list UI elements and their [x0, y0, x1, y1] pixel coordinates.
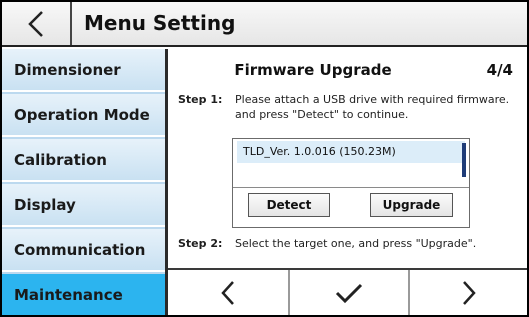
list-scrollbar[interactable] [462, 143, 466, 177]
sidebar-item-display[interactable]: Display [2, 184, 165, 227]
upgrade-button[interactable]: Upgrade [370, 193, 453, 217]
sidebar-item-dimensioner[interactable]: Dimensioner [2, 49, 165, 92]
next-button[interactable] [410, 270, 527, 315]
sidebar: Dimensioner Operation Mode Calibration D… [2, 49, 165, 315]
chevron-left-icon [28, 10, 43, 37]
list-divider [233, 187, 469, 188]
previous-button[interactable] [168, 270, 288, 315]
step1-line2: and press "Detect" to continue. [235, 108, 409, 121]
bottom-nav [168, 268, 527, 315]
list-item[interactable]: TLD_Ver. 1.0.016 (150.23M) [237, 141, 465, 163]
step1-label: Step 1: [178, 93, 223, 106]
detect-button[interactable]: Detect [248, 193, 330, 217]
sidebar-item-calibration[interactable]: Calibration [2, 139, 165, 182]
sidebar-item-communication[interactable]: Communication [2, 229, 165, 272]
back-button[interactable] [2, 2, 72, 45]
step1-line1: Please attach a USB drive with required … [235, 93, 510, 106]
confirm-button[interactable] [290, 270, 408, 315]
chevron-left-icon [221, 280, 234, 305]
checkmark-icon [335, 283, 363, 303]
sidebar-item-maintenance[interactable]: Maintenance [2, 274, 165, 315]
header-bar: Menu Setting [2, 2, 527, 47]
sidebar-item-operation-mode[interactable]: Operation Mode [2, 94, 165, 137]
step2-label: Step 2: [178, 237, 223, 250]
page-indicator: 4/4 [486, 61, 513, 79]
chevron-right-icon [462, 280, 476, 305]
panel-title: Firmware Upgrade [234, 61, 392, 79]
step2-text: Select the target one, and press "Upgrad… [235, 237, 477, 250]
page-title: Menu Setting [84, 11, 236, 35]
main-panel: Firmware Upgrade 4/4 Step 1: Please atta… [168, 49, 527, 268]
